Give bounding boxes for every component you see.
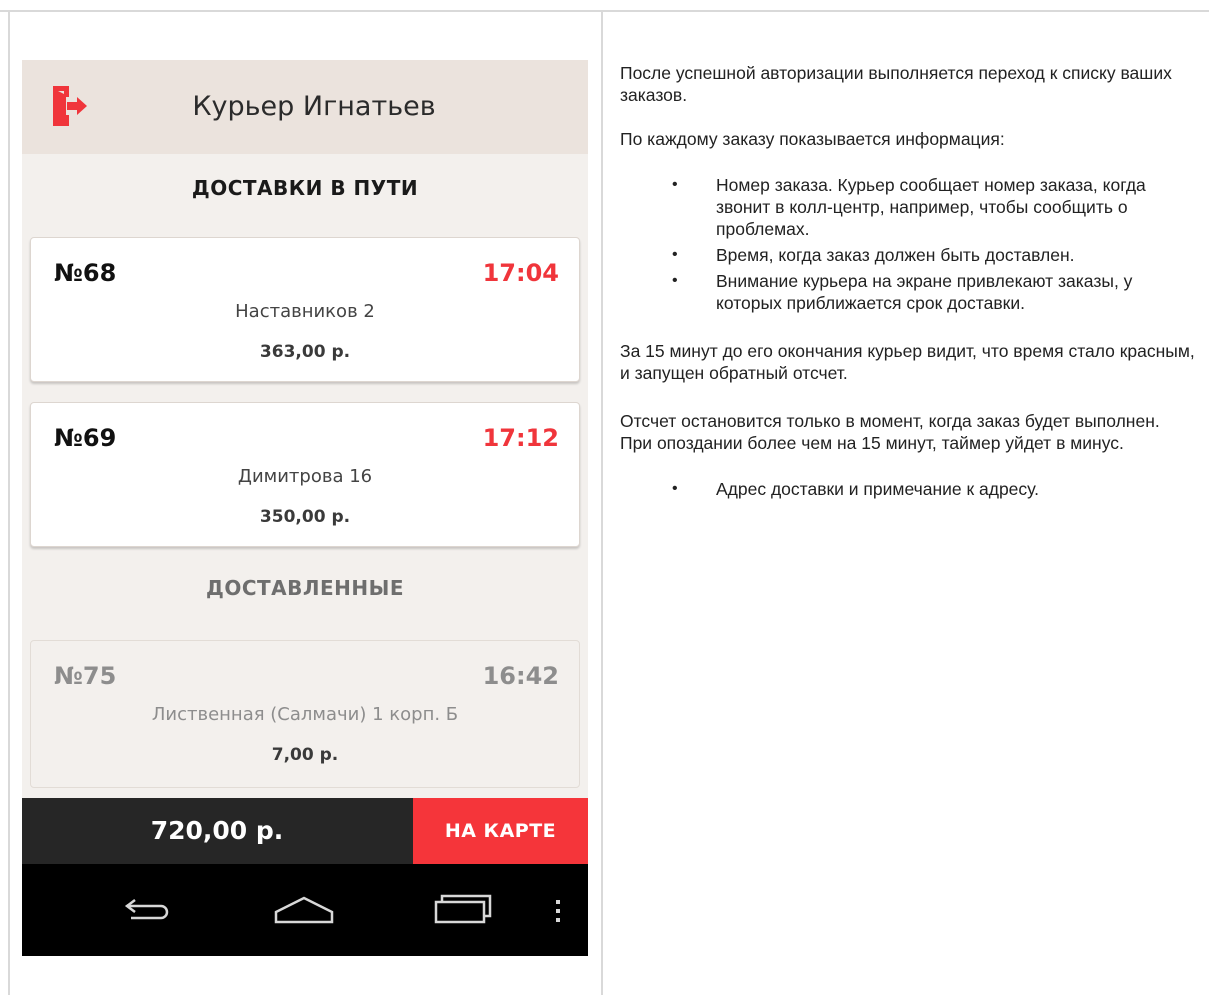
bottom-bar: 720,00 р. НА КАРТЕ <box>22 798 588 864</box>
order-number: №69 <box>54 424 117 452</box>
order-time: 17:12 <box>482 424 559 452</box>
description-text: После успешной авторизации выполняется п… <box>620 62 1195 500</box>
list-item: Адрес доставки и примечание к адресу. <box>620 478 1195 500</box>
list-item: Внимание курьера на экране привлекают за… <box>620 270 1195 314</box>
description-paragraph: За 15 минут до его окончания курьер види… <box>620 341 1195 383</box>
app-header: Курьер Игнатьев <box>22 60 588 154</box>
map-button[interactable]: НА КАРТЕ <box>413 798 588 864</box>
order-sum: 350,00 р. <box>259 507 351 527</box>
order-number: №68 <box>54 259 117 287</box>
order-time: 17:04 <box>482 259 559 287</box>
phone-screen: Курьер Игнатьев ДОСТАВКИ В ПУТИ №68 17:0… <box>22 60 588 956</box>
order-card-delivered[interactable]: №75 16:42 Лиственная (Салмачи) 1 корп. Б… <box>30 640 580 788</box>
order-card[interactable]: №68 17:04 Наставников 2 363,00 р. <box>30 237 580 382</box>
overflow-menu-icon[interactable] <box>550 888 566 932</box>
description-bullet-list: Номер заказа. Курьер сообщает номер зака… <box>620 174 1195 314</box>
order-address: Лиственная (Салмачи) 1 корп. Б <box>151 704 459 725</box>
order-address: Наставников 2 <box>235 301 375 322</box>
order-number: №75 <box>54 662 117 690</box>
list-item: Номер заказа. Курьер сообщает номер зака… <box>620 174 1195 240</box>
description-bullet-list: Адрес доставки и примечание к адресу. <box>620 478 1195 500</box>
order-sum: 363,00 р. <box>259 342 351 362</box>
order-address: Димитрова 16 <box>237 466 373 487</box>
description-paragraph: Отсчет остановится только в момент, когд… <box>620 411 1160 453</box>
section-title-delivered: ДОСТАВЛЕННЫЕ <box>206 576 404 600</box>
description-paragraph: После успешной авторизации выполняется п… <box>620 63 1172 105</box>
total-amount: 720,00 р. <box>150 816 284 845</box>
home-icon[interactable] <box>272 888 336 932</box>
recent-apps-icon[interactable] <box>432 888 496 932</box>
order-card[interactable]: №69 17:12 Димитрова 16 350,00 р. <box>30 402 580 547</box>
android-nav-bar <box>22 864 588 956</box>
table-border-top <box>0 10 1209 12</box>
order-time: 16:42 <box>482 662 559 690</box>
table-border-left <box>8 10 10 995</box>
description-paragraph: По каждому заказу показывается информаци… <box>620 129 1005 149</box>
back-icon[interactable] <box>117 888 173 932</box>
list-item: Время, когда заказ должен быть доставлен… <box>620 244 1195 266</box>
order-sum: 7,00 р. <box>271 745 339 765</box>
courier-name: Курьер Игнатьев <box>192 91 436 122</box>
section-title-in-transit: ДОСТАВКИ В ПУТИ <box>191 176 419 200</box>
table-border-middle <box>601 10 603 995</box>
